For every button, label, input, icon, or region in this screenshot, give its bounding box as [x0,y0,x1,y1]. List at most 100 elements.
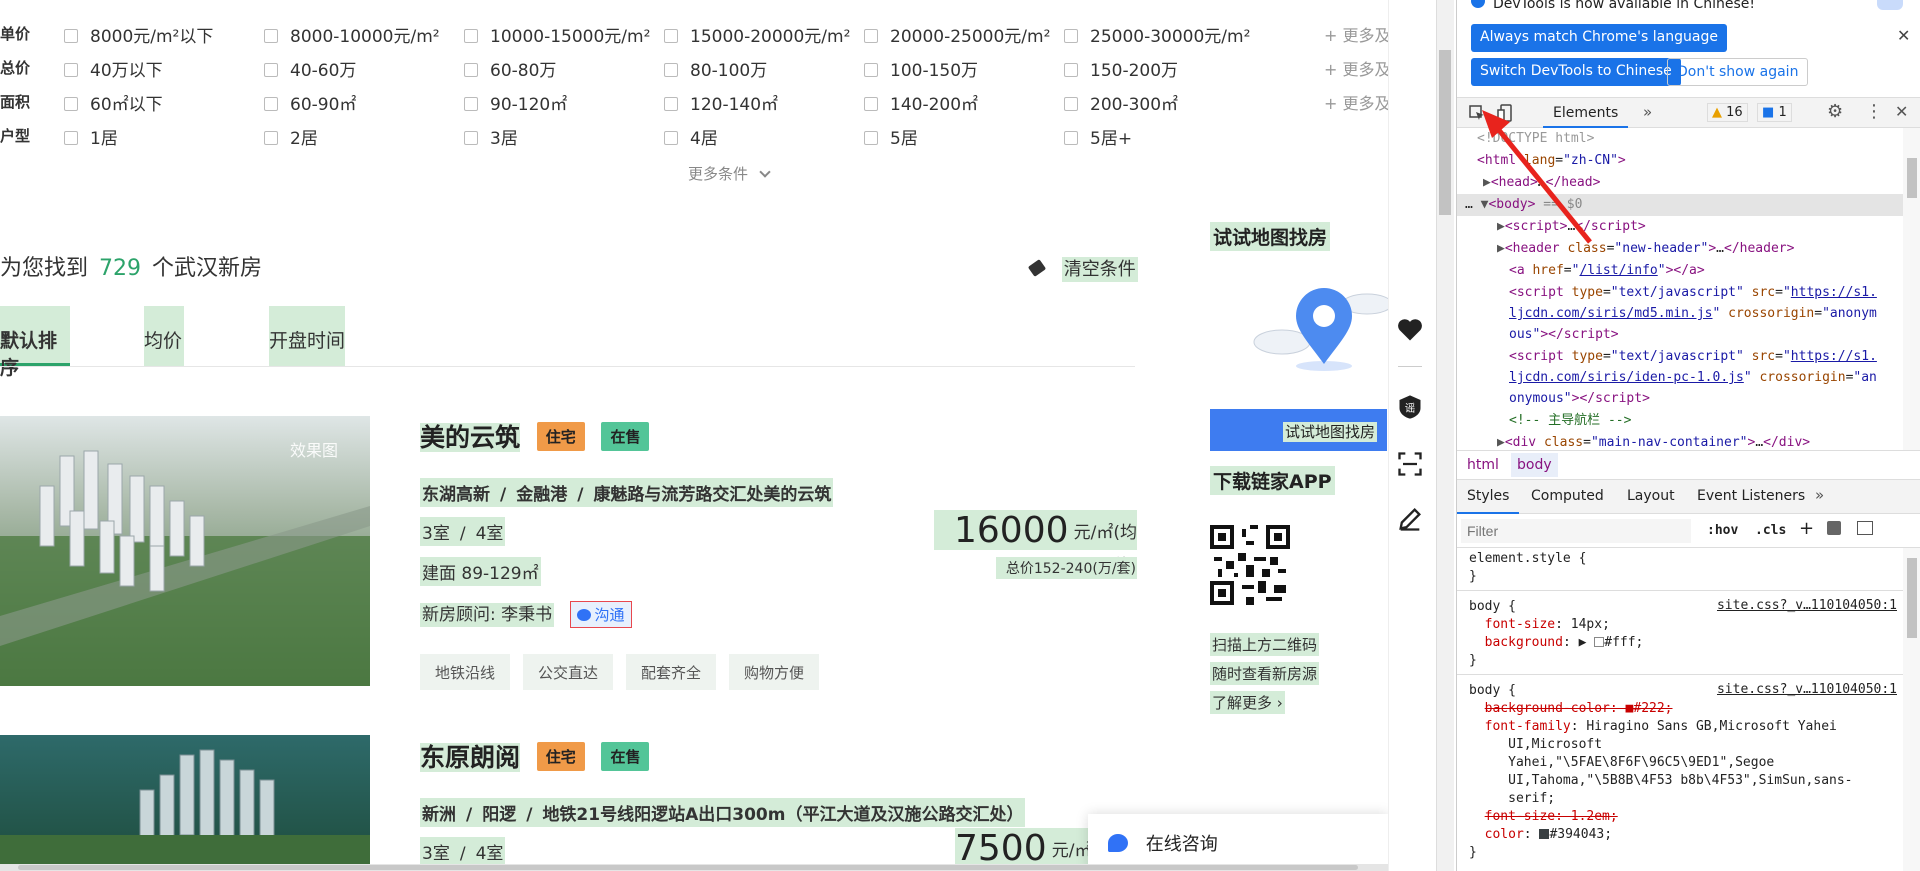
dom-line[interactable]: ▶<div class="main-nav-container">…</div> [1497,432,1810,450]
scan-icon[interactable] [1396,450,1424,478]
styles-scrollbar-thumb[interactable] [1907,558,1917,638]
styles-pane[interactable]: element.style { } body { font-size: 14px… [1457,548,1920,871]
more-conditions-toggle[interactable]: 更多条件 [688,163,771,184]
map-search-title[interactable]: 试试地图找房 [1210,222,1331,251]
dom-line[interactable]: ljcdn.com/siris/md5.min.js" crossorigin=… [1509,303,1877,324]
filter-more-link[interactable]: + 更多及 [1324,90,1391,114]
checkbox-icon[interactable] [1064,29,1078,43]
listing-image[interactable] [0,735,370,871]
checkbox-icon[interactable] [1064,97,1078,111]
gear-icon[interactable]: ⚙ [1827,101,1843,122]
filter-more-link[interactable]: + 更多及 [1324,22,1391,46]
filter-option[interactable]: 60-90㎡ [264,90,356,115]
clear-filters-button[interactable]: 清空条件 [1027,255,1138,282]
dom-line[interactable]: <script type="text/javascript" src="http… [1509,282,1877,303]
checkbox-icon[interactable] [1064,131,1078,145]
app-learn-more-link[interactable]: 了解更多 › [1210,691,1285,714]
tab-avg-price[interactable]: 均价 [144,306,184,366]
checkbox-icon[interactable] [1064,63,1078,77]
breadcrumb-body[interactable]: body [1511,453,1558,477]
filter-option[interactable]: 8000-10000元/m² [264,22,440,47]
filter-more-link[interactable]: + 更多及 [1324,56,1391,80]
filter-option[interactable]: 5居+ [1064,124,1132,149]
warnings-badge[interactable]: ▲ 16 [1707,103,1748,122]
checkbox-icon[interactable] [464,29,478,43]
checkbox-icon[interactable] [64,131,78,145]
checkbox-icon[interactable] [664,131,678,145]
checkbox-icon[interactable] [864,63,878,77]
checkbox-icon[interactable] [264,97,278,111]
filter-option[interactable]: 60㎡以下 [64,90,163,115]
filter-option[interactable]: 120-140㎡ [664,90,778,115]
dom-line[interactable]: <a href="/list/info"></a> [1509,260,1705,281]
dom-line[interactable]: ljcdn.com/siris/iden-pc-1.0.js" crossori… [1509,367,1877,388]
tab-open-date[interactable]: 开盘时间 [269,306,345,366]
checkbox-icon[interactable] [864,131,878,145]
tab-event-listeners[interactable]: Event Listeners [1697,488,1805,504]
filter-option[interactable]: 1居 [64,124,118,149]
checkbox-icon[interactable] [464,131,478,145]
dom-scrollbar-thumb[interactable] [1907,158,1917,198]
filter-option[interactable]: 80-100万 [664,56,767,81]
kebab-menu-icon[interactable]: ⋮ [1865,101,1883,122]
filter-option[interactable]: 60-80万 [464,56,556,81]
checkbox-icon[interactable] [64,63,78,77]
add-rule-icon[interactable]: + [1799,518,1814,539]
dom-line[interactable]: onymous"></script> [1509,388,1650,409]
checkbox-icon[interactable] [64,97,78,111]
checkbox-icon[interactable] [264,63,278,77]
always-match-language-button[interactable]: Always match Chrome's language [1471,24,1727,52]
checkbox-icon[interactable] [664,29,678,43]
checkbox-icon[interactable] [264,29,278,43]
listing-title[interactable]: 东原朗阅 住宅 在售 [420,738,650,774]
styles-filter-input[interactable] [1461,519,1691,543]
listing-image[interactable]: 效果图 [0,416,370,686]
heart-icon[interactable] [1396,316,1424,344]
tab-layout[interactable]: Layout [1627,488,1675,504]
checkbox-icon[interactable] [464,97,478,111]
listing-rooms[interactable]: 3室/4室 [420,837,506,866]
horizontal-scrollbar-thumb[interactable] [18,865,1358,870]
messages-badge[interactable]: ■ 1 [1757,103,1792,122]
css-source-link[interactable]: site.css?_v…110104050:1 [1717,682,1897,697]
tab-styles[interactable]: Styles [1457,480,1520,514]
dom-line[interactable]: <!-- 主导航栏 --> [1509,410,1631,431]
more-tabs-icon[interactable]: » [1815,486,1824,504]
tab-computed[interactable]: Computed [1531,488,1604,504]
breadcrumb-html[interactable]: html [1467,457,1499,473]
map-search-button[interactable]: 试试地图找房 [1210,409,1387,451]
filter-option[interactable]: 8000元/m²以下 [64,22,213,47]
sidebar-toggle-icon[interactable] [1857,521,1873,535]
listing-location[interactable]: 东湖高新 / 金融港 / 康魅路与流芳路交汇处美的云筑 [420,478,834,507]
css-source-link[interactable]: site.css?_v…110104050:1 [1717,598,1897,613]
online-consult-bar[interactable]: 在线咨询 [1088,814,1388,871]
filter-option[interactable]: 20000-25000元/m² [864,22,1050,47]
hov-toggle[interactable]: :hov [1707,523,1738,538]
checkbox-icon[interactable] [664,63,678,77]
filter-option[interactable]: 3居 [464,124,518,149]
dom-line[interactable]: <script type="text/javascript" src="http… [1509,346,1877,367]
close-banner-icon[interactable]: ✕ [1897,26,1910,45]
checkbox-icon[interactable] [664,97,678,111]
listing-title[interactable]: 美的云筑 住宅 在售 [420,418,650,454]
css-rule[interactable]: body { background-color: ■#222; font-fam… [1469,682,1853,862]
dont-show-again-button[interactable]: Don't show again [1667,58,1809,86]
tab-default-sort[interactable]: 默认排序 [0,306,70,379]
listing-location[interactable]: 新洲 / 阳逻 / 地铁21号线阳逻站A出口300m（平江大道及汉施公路交汇处） [420,798,1026,827]
filter-option[interactable]: 40万以下 [64,56,163,81]
checkbox-icon[interactable] [864,29,878,43]
filter-option[interactable]: 100-150万 [864,56,978,81]
css-rule[interactable]: body { font-size: 14px; background: ▶ #f… [1469,598,1643,670]
more-tabs-icon[interactable]: » [1643,103,1652,121]
filter-option[interactable]: 10000-15000元/m² [464,22,650,47]
listing-rooms[interactable]: 3室/4室 [420,517,506,546]
dom-line[interactable]: ous"></script> [1509,324,1619,345]
filter-option[interactable]: 4居 [664,124,718,149]
filter-option[interactable]: 200-300㎡ [1064,90,1178,115]
cls-toggle[interactable]: .cls [1755,523,1786,538]
shield-icon[interactable]: 谣 [1396,393,1424,421]
filter-option[interactable]: 5居 [864,124,918,149]
paint-icon[interactable] [1827,521,1841,535]
checkbox-icon[interactable] [264,131,278,145]
filter-option[interactable]: 2居 [264,124,318,149]
